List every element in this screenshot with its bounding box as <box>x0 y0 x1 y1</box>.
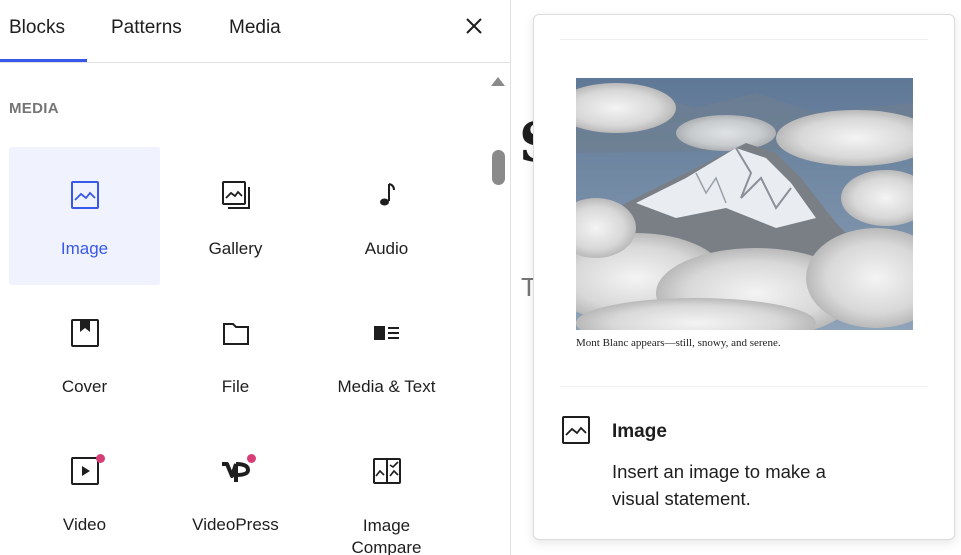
block-label: Image <box>60 239 109 258</box>
close-icon[interactable] <box>462 14 486 38</box>
image-icon <box>71 181 99 209</box>
media-text-icon <box>374 326 399 340</box>
block-label: Media & Text <box>337 377 436 396</box>
tab-blocks[interactable]: Blocks <box>9 0 65 63</box>
block-file[interactable]: File <box>160 285 311 423</box>
block-label: File <box>221 377 250 396</box>
block-audio[interactable]: Audio <box>311 147 462 285</box>
divider <box>560 386 928 387</box>
block-video[interactable]: Video <box>9 423 160 555</box>
block-label: Audio <box>364 239 409 258</box>
section-title: MEDIA <box>9 100 59 117</box>
block-image[interactable]: Image <box>9 147 160 285</box>
block-media-text[interactable]: Media & Text <box>311 285 462 423</box>
inserter-tabs: Blocks Patterns Media <box>0 0 510 63</box>
block-label: VideoPress <box>192 515 279 534</box>
block-label: Cover <box>61 377 108 396</box>
block-image-compare[interactable]: Image Compare <box>311 423 462 555</box>
tab-media[interactable]: Media <box>229 0 281 63</box>
new-badge-dot <box>247 454 256 463</box>
preview-block-title: Image <box>612 421 667 442</box>
image-compare-icon <box>373 458 401 484</box>
audio-icon <box>380 183 395 206</box>
preview-image <box>576 78 913 330</box>
image-icon <box>562 416 590 444</box>
divider <box>560 39 928 40</box>
scroll-up-arrow-icon[interactable] <box>491 76 505 86</box>
scrollbar-thumb[interactable] <box>492 150 505 185</box>
block-label: Image Compare <box>351 516 422 555</box>
tab-patterns[interactable]: Patterns <box>111 0 182 63</box>
block-cover[interactable]: Cover <box>9 285 160 423</box>
block-label: Gallery <box>208 239 263 258</box>
gallery-icon <box>222 181 250 209</box>
block-gallery[interactable]: Gallery <box>160 147 311 285</box>
block-videopress[interactable]: VideoPress <box>160 423 311 555</box>
active-tab-indicator <box>0 59 87 62</box>
preview-image-caption: Mont Blanc appears—still, snowy, and ser… <box>576 337 781 349</box>
block-inserter-panel: Blocks Patterns Media MEDIA Image Galler… <box>0 0 511 555</box>
new-badge-dot <box>96 454 105 463</box>
block-preview-popover: Mont Blanc appears—still, snowy, and ser… <box>533 14 955 540</box>
file-icon <box>223 323 249 345</box>
preview-block-description: Insert an image to make a visual stateme… <box>612 461 826 509</box>
cover-icon <box>71 319 99 347</box>
block-label: Video <box>62 515 107 534</box>
